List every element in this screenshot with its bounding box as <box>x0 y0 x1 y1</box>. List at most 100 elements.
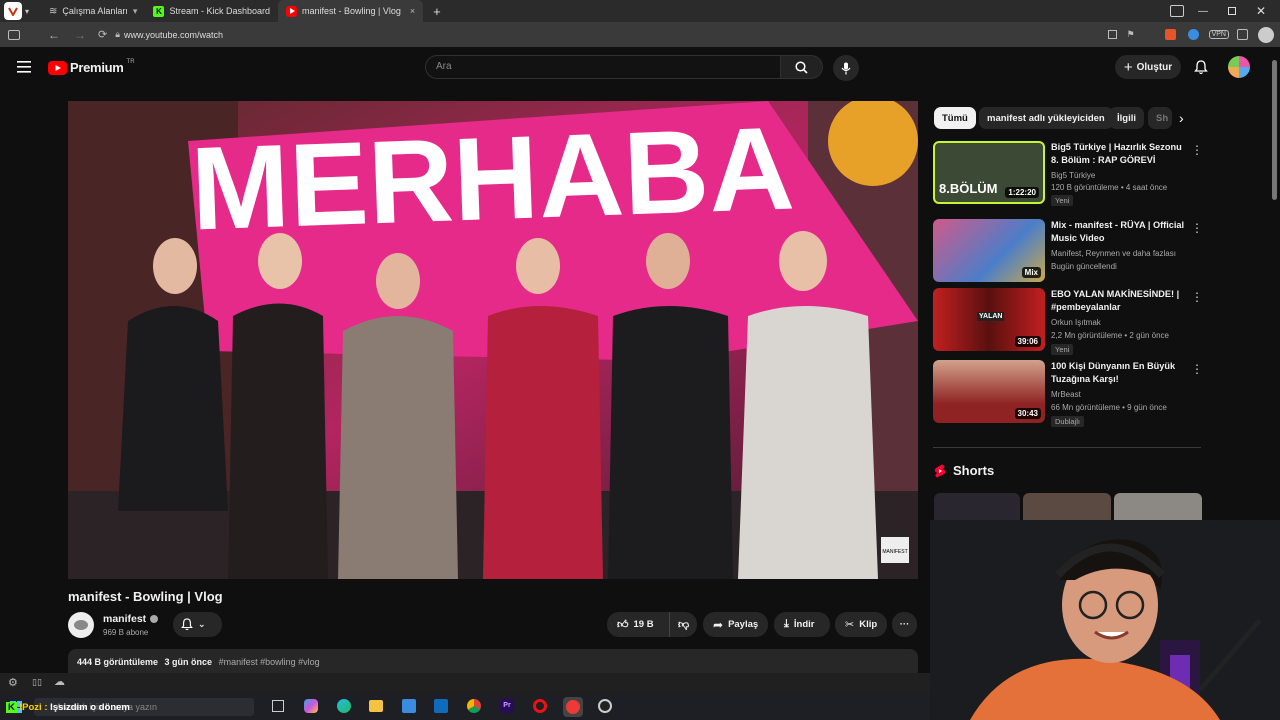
more-options-icon[interactable]: ⋮ <box>1191 362 1203 376</box>
channel-name-text: manifest <box>103 613 147 625</box>
channel-name[interactable]: manifest <box>103 613 159 625</box>
more-options-icon[interactable]: ⋮ <box>1191 143 1203 157</box>
thumbnail-text: YALAN <box>977 312 1005 321</box>
reload-icon[interactable]: ⟳ <box>98 28 107 41</box>
video-title[interactable]: 100 Kişi Dünyanın En Büyük Tuzağına Karş… <box>1051 360 1191 386</box>
video-thumbnail[interactable]: YALAN 39:06 <box>933 288 1045 351</box>
video-title[interactable]: Big5 Türkiye | Hazırlık Sezonu 8. Bölüm … <box>1051 141 1191 167</box>
restore-button[interactable] <box>1227 7 1236 15</box>
tab-youtube-video[interactable]: manifest - Bowling | Vlog × <box>278 0 424 22</box>
vivaldi-taskbar-icon[interactable] <box>563 697 583 717</box>
search-input[interactable]: Ara <box>425 55 781 79</box>
clip-button[interactable]: ✂ Klip <box>835 612 887 637</box>
more-options-icon[interactable]: ⋮ <box>1191 290 1203 304</box>
page-scrollbar[interactable] <box>1272 60 1277 200</box>
new-tab-button[interactable]: + <box>433 4 441 19</box>
tab-workspaces[interactable]: ≋ Çalışma Alanları ▾ <box>41 0 145 22</box>
video-stats: Bugün güncellendi <box>1051 262 1117 271</box>
obs-icon[interactable] <box>598 699 612 713</box>
search-button[interactable] <box>781 55 823 79</box>
panel-toggle-icon[interactable] <box>8 29 20 40</box>
chrome-icon[interactable] <box>467 699 481 713</box>
voice-search-button[interactable] <box>833 55 859 81</box>
extension-blue-icon[interactable] <box>1187 29 1199 40</box>
video-player[interactable]: MERHABA MANIFEST <box>68 101 918 579</box>
video-thumbnail[interactable]: 30:43 <box>933 360 1045 423</box>
opera-icon[interactable] <box>533 699 547 713</box>
account-avatar[interactable] <box>1228 56 1250 78</box>
hashtags[interactable]: #manifest #bowling #vlog <box>219 657 320 667</box>
address-bar-row: ← → ⟳ 🔒︎ www.youtube.com/watch ⚑ VPN <box>0 22 1280 47</box>
close-icon[interactable]: × <box>410 6 415 16</box>
close-window-button[interactable]: ✕ <box>1256 4 1266 18</box>
video-thumbnail[interactable]: 8.BÖLÜM 1:22:20 <box>933 141 1045 204</box>
channel-name[interactable]: MrBeast <box>1051 389 1081 400</box>
youtube-logo[interactable]: Premium TR <box>48 59 135 75</box>
create-button[interactable]: + Oluştur <box>1115 55 1181 79</box>
reader-icon[interactable] <box>1107 30 1117 39</box>
plus-icon: + <box>1123 58 1133 76</box>
video-frame: MERHABA MANIFEST <box>68 101 918 579</box>
recommendation-item[interactable]: Mix Mix - manifest - RÜYA | Official Mus… <box>933 219 1203 285</box>
thumbs-down-icon: 👎︎ <box>678 619 690 631</box>
chevron-down-icon: ⌄ <box>198 619 206 629</box>
outlook-icon[interactable] <box>434 699 448 713</box>
minimize-button[interactable]: — <box>1198 6 1208 17</box>
recommendation-item[interactable]: 8.BÖLÜM 1:22:20 Big5 Türkiye | Hazırlık … <box>933 141 1203 207</box>
more-options-icon[interactable]: ⋮ <box>1191 221 1203 235</box>
recommendation-item[interactable]: YALAN 39:06 EBO YALAN MAKİNESİNDE! | #pe… <box>933 288 1203 355</box>
edge-icon[interactable] <box>337 699 351 713</box>
chat-overlay: K IPozi : Işsizdim o dönem <box>6 702 130 713</box>
chevron-right-icon[interactable]: › <box>1179 110 1184 126</box>
dislike-button[interactable]: 👎︎ <box>669 612 697 637</box>
task-view-icon[interactable] <box>272 700 284 712</box>
extension-icon[interactable] <box>1164 29 1176 40</box>
extensions-icon[interactable] <box>1237 29 1248 40</box>
more-actions-button[interactable]: ··· <box>892 612 917 637</box>
copilot-icon[interactable] <box>304 699 318 713</box>
download-button[interactable]: ⤓ İndir <box>774 612 830 637</box>
short-thumbnail[interactable] <box>934 493 1020 523</box>
bookmark-icon[interactable]: ⚑ <box>1127 29 1135 40</box>
tab-kick-dashboard[interactable]: K Stream - Kick Dashboard <box>145 0 278 22</box>
chat-username: IPozi : <box>19 702 48 713</box>
hamburger-menu-icon[interactable] <box>17 61 31 73</box>
store-icon[interactable] <box>402 699 416 713</box>
video-thumbnail[interactable]: Mix <box>933 219 1045 282</box>
channel-avatar[interactable] <box>68 612 94 638</box>
like-button[interactable]: 👍︎ 19 B <box>607 612 669 637</box>
vivaldi-menu-icon[interactable] <box>4 2 22 20</box>
chevron-down-icon: ▾ <box>132 5 138 16</box>
vpn-button[interactable]: VPN <box>1208 30 1229 39</box>
video-title[interactable]: Mix - manifest - RÜYA | Official Music V… <box>1051 219 1191 245</box>
notifications-bell-icon[interactable] <box>1194 60 1208 75</box>
chip-related[interactable]: İlgili <box>1109 107 1144 129</box>
video-title[interactable]: EBO YALAN MAKİNESİNDE! | #pembeyalanlar <box>1051 288 1191 314</box>
chip-all[interactable]: Tümü <box>934 107 976 129</box>
share-button[interactable]: ➦ Paylaş <box>703 612 768 637</box>
short-thumbnail[interactable] <box>1023 493 1111 523</box>
chevron-down-icon[interactable]: ▾ <box>25 7 35 16</box>
channel-name[interactable]: Orkun Işıtmak <box>1051 317 1101 328</box>
chip-from-uploader[interactable]: manifest adlı yükleyiciden <box>979 107 1113 129</box>
channel-name[interactable]: Big5 Türkiye <box>1051 170 1095 181</box>
back-arrow-icon[interactable]: ← <box>48 28 60 42</box>
more-horizontal-icon: ··· <box>899 619 910 630</box>
tab-overview-icon[interactable] <box>1169 5 1184 17</box>
recommendation-item[interactable]: 30:43 100 Kişi Dünyanın En Büyük Tuzağın… <box>933 360 1203 427</box>
tiling-icon[interactable]: ▯▯ <box>32 677 42 688</box>
forward-arrow-icon[interactable]: → <box>74 28 86 42</box>
file-explorer-icon[interactable] <box>369 700 383 712</box>
dubbed-badge: Dublajlı <box>1051 416 1085 427</box>
url-field[interactable]: www.youtube.com/watch <box>124 30 223 40</box>
chip-shorts[interactable]: Sh <box>1148 107 1172 129</box>
premiere-icon[interactable]: Pr <box>500 699 514 713</box>
profile-avatar-icon[interactable] <box>1258 26 1274 43</box>
short-thumbnail[interactable] <box>1114 493 1202 523</box>
cloud-sync-icon[interactable]: ☁ <box>54 675 65 688</box>
video-title: manifest - Bowling | Vlog <box>68 589 223 604</box>
microphone-icon <box>841 62 851 74</box>
settings-icon[interactable]: ⚙ <box>8 676 18 689</box>
channel-name[interactable]: Manifest, Reynmen ve daha fazlası <box>1051 248 1176 259</box>
notification-bell-button[interactable]: ⌄ <box>173 612 222 637</box>
